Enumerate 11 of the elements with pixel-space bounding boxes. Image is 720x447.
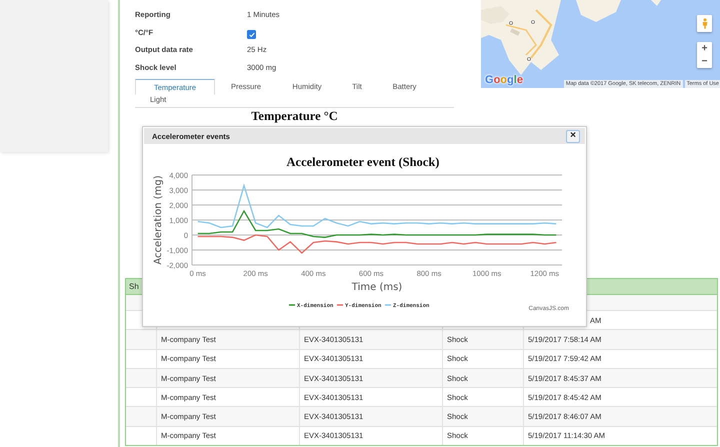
table-title: Sh — [129, 282, 139, 291]
x-axis-title: Time (ms) — [352, 282, 402, 293]
google-logo: Google — [485, 74, 523, 86]
chart-title: Temperature °C — [251, 109, 338, 123]
person-icon — [702, 18, 708, 29]
checkbox[interactable] — [247, 30, 256, 40]
chart-title: Accelerometer event (Shock) — [286, 155, 440, 169]
close-button[interactable]: × — [566, 130, 580, 142]
zoom-out-button[interactable]: − — [697, 55, 712, 68]
zoom-in-button[interactable]: + — [697, 42, 712, 55]
y-axis-title: Acceleration (mg) — [153, 175, 164, 265]
